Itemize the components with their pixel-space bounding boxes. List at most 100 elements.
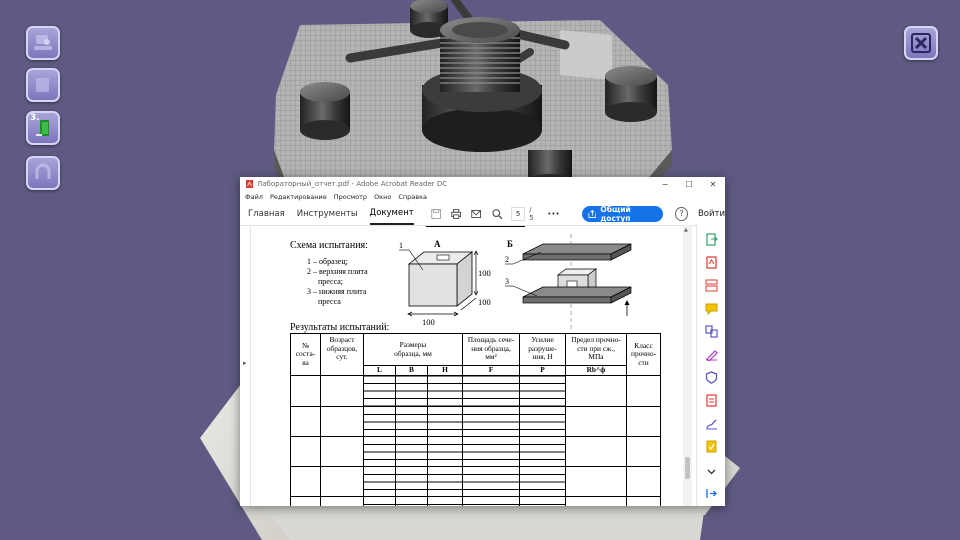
table-cell	[565, 436, 627, 467]
table-cell	[290, 466, 321, 497]
figure-a-dim-depth: 100	[478, 297, 491, 307]
protect-icon[interactable]	[705, 371, 718, 384]
menu-bar: Файл Редактирование Просмотр Окно Справк…	[240, 191, 725, 203]
table-cell	[320, 436, 364, 467]
pdf-page: Схема испытания: 1 – образец; 2 – верхня…	[251, 226, 683, 506]
table-row	[290, 406, 661, 437]
magnet-button[interactable]	[26, 156, 60, 190]
tab-document[interactable]: Документ	[369, 203, 414, 225]
table-cell	[519, 496, 566, 506]
expand-left-panel-icon[interactable]: ▸	[243, 359, 247, 367]
tools-pane	[696, 225, 725, 506]
export-pdf-icon[interactable]	[705, 233, 718, 246]
table-row	[290, 496, 661, 506]
organize-pages-icon[interactable]	[705, 279, 718, 292]
close-window-button[interactable]: ✕	[701, 180, 725, 189]
legend-line: пресса	[318, 297, 341, 306]
figure-b-callout-bottom: 3	[505, 277, 509, 286]
table-cell	[290, 375, 321, 407]
figure-a-callout: 1	[399, 241, 403, 250]
table-cell	[395, 406, 428, 437]
page-number-input[interactable]: 5	[510, 207, 526, 221]
scroll-up-icon[interactable]: ▲	[684, 227, 688, 233]
help-button[interactable]: ?	[675, 207, 688, 221]
figure-b-callout-top: 2	[505, 255, 509, 264]
close-app-button[interactable]	[904, 26, 938, 60]
step3-button[interactable]: 3.	[26, 111, 60, 145]
page-rule	[426, 226, 525, 227]
table-cell	[363, 375, 396, 407]
table-row	[290, 375, 661, 407]
tools-button[interactable]	[26, 26, 60, 60]
table-cell	[565, 466, 627, 497]
table-cell	[395, 466, 428, 497]
scheme-legend: 1 – образец; 2 – верхняя плита пресса; 3…	[307, 257, 368, 307]
table-cell	[519, 436, 566, 467]
press-tool-icon	[34, 35, 52, 50]
legend-line: 3 – нижняя плита	[307, 287, 367, 296]
table-cell	[565, 406, 627, 437]
fill-sign-icon[interactable]	[705, 348, 718, 361]
col-header-age: Возраст образцов, сут.	[320, 333, 364, 376]
table-row	[290, 436, 661, 467]
page-total: / 5	[529, 206, 534, 222]
chevron-down-icon[interactable]	[705, 465, 718, 478]
compress-pdf-icon[interactable]	[705, 394, 718, 407]
results-table: № соста- ва Возраст образцов, сут. Разме…	[290, 333, 661, 506]
pdf-icon	[246, 180, 253, 188]
vertical-scrollbar[interactable]: ▲	[683, 225, 692, 506]
share-button[interactable]: Общий доступ	[581, 205, 664, 223]
table-cell	[427, 375, 463, 407]
sub-header-L: L	[363, 365, 396, 376]
stamp-icon[interactable]	[705, 440, 718, 453]
table-cell	[462, 466, 520, 497]
table-cell	[462, 436, 520, 467]
table-cell	[565, 496, 627, 506]
results-title: Результаты испытаний:	[290, 322, 390, 333]
minimize-button[interactable]: −	[653, 180, 677, 189]
magnet-icon	[35, 163, 51, 179]
table-cell	[427, 406, 463, 437]
zoom-icon[interactable]	[491, 207, 503, 221]
save-icon[interactable]	[430, 207, 442, 221]
col-header-strength: Предел прочно- сти при сж., МПа	[565, 333, 627, 366]
more-tools-button[interactable]: •••	[547, 210, 559, 218]
tab-home[interactable]: Главная	[248, 204, 285, 224]
signin-button[interactable]: Войти	[698, 209, 725, 219]
table-cell	[320, 496, 364, 506]
table-cell	[395, 496, 428, 506]
table-cell	[290, 406, 321, 437]
figure-a-label: А	[434, 239, 441, 249]
send-for-signature-icon[interactable]	[705, 417, 718, 430]
table-cell	[427, 496, 463, 506]
menu-file[interactable]: Файл	[245, 193, 263, 201]
table-cell	[462, 375, 520, 407]
table-cell	[395, 436, 428, 467]
menu-help[interactable]: Справка	[398, 193, 427, 201]
exit-door-icon	[36, 120, 49, 136]
create-pdf-icon[interactable]	[705, 256, 718, 269]
table-cell	[395, 375, 428, 407]
table-cell	[320, 406, 364, 437]
maximize-button[interactable]: ☐	[677, 180, 701, 189]
combine-files-icon[interactable]	[705, 325, 718, 338]
document-button[interactable]	[26, 68, 60, 102]
collapse-pane-icon[interactable]	[705, 487, 718, 500]
menu-window[interactable]: Окно	[374, 193, 391, 201]
table-cell	[462, 496, 520, 506]
scroll-thumb[interactable]	[685, 457, 690, 479]
left-panel-strip: ▸	[240, 225, 251, 506]
comment-icon[interactable]	[705, 302, 718, 315]
legend-line: 1 – образец;	[307, 257, 348, 266]
tab-tools[interactable]: Инструменты	[297, 204, 358, 224]
menu-view[interactable]: Просмотр	[334, 193, 367, 201]
figure-a-dim-height: 100	[478, 268, 491, 278]
toolbar: Главная Инструменты Документ 5 / 5 ••• О…	[240, 203, 725, 226]
print-icon[interactable]	[450, 207, 462, 221]
email-icon[interactable]	[470, 207, 482, 221]
menu-edit[interactable]: Редактирование	[270, 193, 327, 201]
sub-header-R: Rb^ф	[565, 365, 627, 376]
table-cell	[626, 406, 661, 437]
table-cell	[565, 375, 627, 407]
table-cell	[519, 466, 566, 497]
